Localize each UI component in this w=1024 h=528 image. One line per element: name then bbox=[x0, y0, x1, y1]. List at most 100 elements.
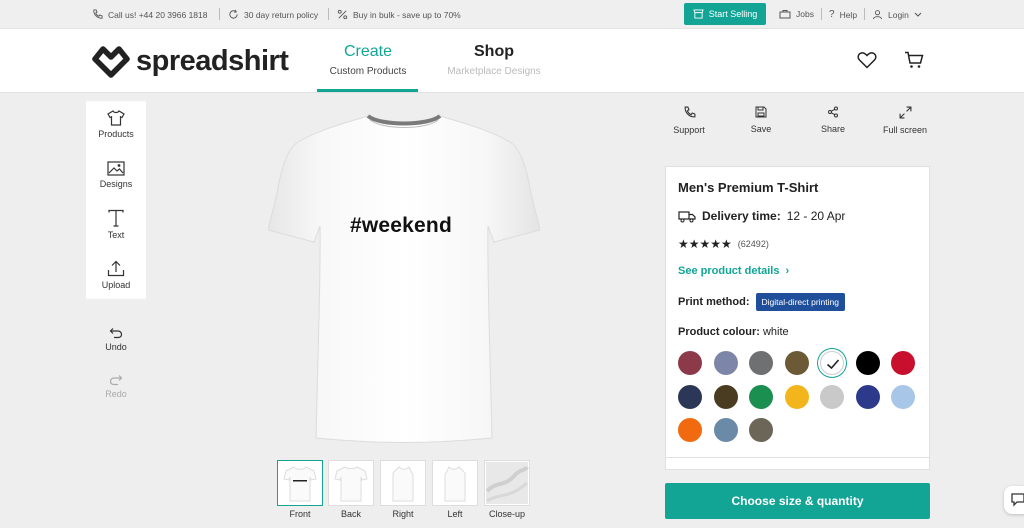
product-details-link[interactable]: See product details › bbox=[678, 265, 789, 277]
product-rating[interactable]: ★★★★★ (62492) bbox=[678, 237, 769, 251]
colour-swatch[interactable] bbox=[891, 384, 915, 409]
view-thumb-closeup[interactable] bbox=[484, 460, 530, 506]
bulk-offer-text: Buy in bulk - save up to 70% bbox=[353, 9, 461, 20]
rating-count: (62492) bbox=[737, 239, 769, 249]
colour-swatch[interactable] bbox=[678, 418, 702, 442]
support-label: Support bbox=[673, 125, 705, 135]
question-icon: ? bbox=[829, 9, 835, 20]
divider bbox=[219, 8, 220, 20]
colour-swatch[interactable] bbox=[891, 351, 915, 375]
view-thumb-left[interactable] bbox=[432, 460, 478, 506]
print-method-label: Print method: bbox=[678, 296, 750, 308]
bulk-offer[interactable]: Buy in bulk - save up to 70% bbox=[337, 9, 461, 20]
main-header: spreadshirt Create Custom Products Shop … bbox=[0, 29, 1024, 93]
delivery-label: Delivery time: bbox=[702, 209, 781, 223]
nav-create-sub: Custom Products bbox=[329, 66, 407, 77]
chat-button[interactable] bbox=[1004, 486, 1024, 514]
colour-swatch[interactable] bbox=[820, 351, 844, 375]
shop-icon bbox=[693, 9, 704, 19]
view-label-back: Back bbox=[340, 509, 361, 519]
undo-label: Undo bbox=[105, 342, 127, 352]
cart-icon[interactable] bbox=[904, 51, 924, 69]
colour-swatch[interactable] bbox=[820, 384, 844, 409]
save-label: Save bbox=[750, 124, 772, 134]
redo-label: Redo bbox=[105, 389, 127, 399]
nav-create-title: Create bbox=[343, 43, 393, 60]
colour-swatch[interactable] bbox=[749, 384, 773, 409]
tool-designs-label: Designs bbox=[99, 179, 133, 189]
start-selling-label: Start Selling bbox=[708, 9, 758, 19]
nav-create[interactable]: Create Custom Products bbox=[317, 43, 419, 77]
call-us-text: Call us! +44 20 3966 1818 bbox=[108, 9, 208, 20]
spreadshirt-logo[interactable]: spreadshirt bbox=[92, 44, 289, 78]
jobs-link[interactable]: Jobs bbox=[779, 9, 814, 19]
thumb-front-shirt bbox=[283, 466, 317, 502]
view-thumb-front[interactable] bbox=[277, 460, 323, 506]
chevron-down-icon bbox=[914, 12, 922, 17]
colour-swatch[interactable] bbox=[749, 418, 773, 442]
logo-heart-icon bbox=[92, 46, 130, 78]
colour-swatch[interactable] bbox=[749, 351, 773, 375]
fullscreen-button[interactable]: Full screen bbox=[878, 106, 932, 135]
tool-products[interactable]: Products bbox=[86, 110, 146, 139]
thumb-back-shirt bbox=[334, 466, 368, 502]
divider bbox=[666, 457, 929, 458]
nav-shop-sub: Marketplace Designs bbox=[447, 66, 541, 77]
colour-swatch[interactable] bbox=[678, 384, 702, 409]
upload-icon bbox=[107, 260, 125, 277]
return-policy[interactable]: 30 day return policy bbox=[228, 9, 318, 20]
view-thumb-back[interactable] bbox=[328, 460, 374, 506]
thumb-right-shirt bbox=[392, 466, 414, 502]
nav-active-indicator bbox=[317, 89, 418, 92]
save-button[interactable]: Save bbox=[741, 106, 781, 134]
tool-text[interactable]: Text bbox=[86, 209, 146, 240]
phone-icon bbox=[93, 9, 103, 19]
tool-upload[interactable]: Upload bbox=[86, 260, 146, 290]
image-icon bbox=[107, 161, 125, 176]
tool-designs[interactable]: Designs bbox=[86, 161, 146, 189]
start-selling-button[interactable]: Start Selling bbox=[684, 3, 766, 25]
print-method-badge[interactable]: Digital-direct printing bbox=[755, 293, 845, 311]
colour-swatch[interactable] bbox=[713, 351, 738, 375]
tshirt-preview[interactable] bbox=[268, 108, 540, 446]
expand-icon bbox=[899, 106, 911, 119]
colour-swatch[interactable] bbox=[784, 351, 809, 375]
colour-swatch[interactable] bbox=[713, 418, 738, 442]
choose-size-quantity-button[interactable]: Choose size & quantity bbox=[665, 483, 930, 519]
design-text[interactable]: #weekend bbox=[350, 214, 452, 238]
share-icon bbox=[828, 106, 838, 118]
colour-swatch[interactable] bbox=[784, 384, 809, 409]
redo-icon bbox=[109, 375, 123, 386]
refresh-icon bbox=[229, 9, 238, 19]
user-icon bbox=[872, 10, 883, 20]
colour-swatch[interactable] bbox=[855, 384, 880, 409]
text-icon bbox=[108, 209, 124, 227]
fullscreen-label: Full screen bbox=[882, 125, 927, 135]
view-label-left: Left bbox=[447, 509, 463, 519]
check-icon bbox=[826, 359, 840, 370]
briefcase-icon bbox=[779, 10, 791, 19]
tool-text-label: Text bbox=[107, 230, 125, 240]
support-button[interactable]: Support bbox=[666, 106, 712, 135]
colour-swatch[interactable] bbox=[855, 351, 880, 375]
view-thumb-right[interactable] bbox=[380, 460, 426, 506]
colour-value: white bbox=[762, 326, 789, 338]
divider bbox=[328, 8, 329, 20]
redo-button[interactable]: Redo bbox=[86, 374, 146, 399]
nav-shop[interactable]: Shop Marketplace Designs bbox=[443, 43, 545, 77]
call-us[interactable]: Call us! +44 20 3966 1818 bbox=[92, 9, 207, 20]
product-colour: Product colour: white bbox=[678, 326, 789, 338]
delivery-info: Delivery time: 12 - 20 Apr bbox=[678, 209, 845, 223]
tshirt-icon bbox=[107, 110, 125, 126]
divider bbox=[864, 8, 865, 20]
help-link[interactable]: ? Help bbox=[829, 9, 857, 20]
colour-swatch[interactable] bbox=[713, 384, 738, 409]
heart-icon[interactable] bbox=[857, 51, 877, 69]
help-label: Help bbox=[839, 9, 858, 20]
undo-button[interactable]: Undo bbox=[86, 327, 146, 352]
colour-swatch[interactable] bbox=[678, 351, 702, 375]
cta-label: Choose size & quantity bbox=[731, 494, 864, 508]
logo-wordmark: spreadshirt bbox=[136, 44, 289, 77]
share-button[interactable]: Share bbox=[813, 106, 853, 134]
login-link[interactable]: Login bbox=[872, 9, 922, 20]
